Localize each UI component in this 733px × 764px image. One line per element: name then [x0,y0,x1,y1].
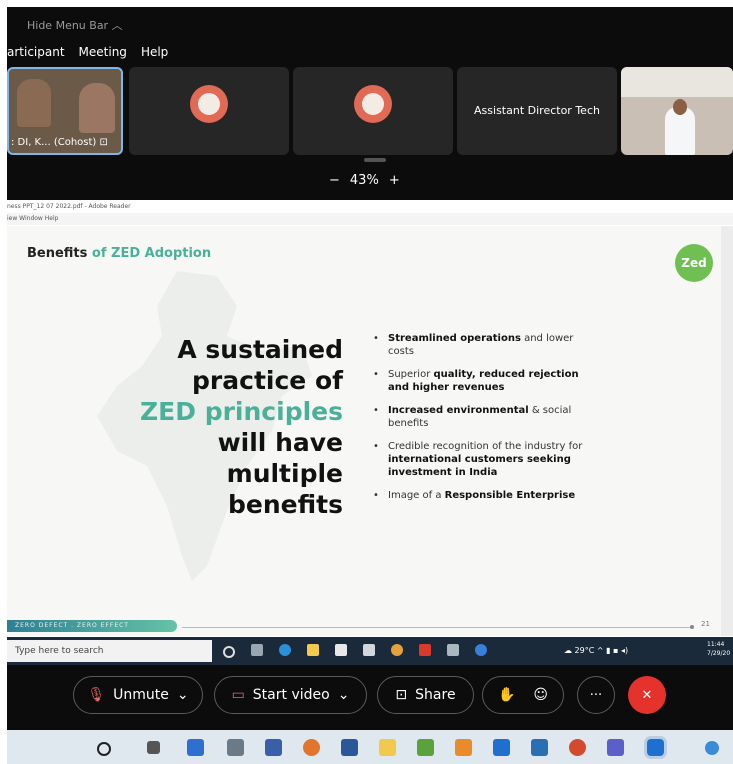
task-view-icon[interactable] [251,644,263,656]
chevron-down-icon: ⌄ [337,687,350,703]
zoom-in-button[interactable]: + [389,173,400,188]
pdf-menu-bar[interactable]: iew Window Help [7,213,733,225]
webex-icon[interactable] [475,644,487,656]
pdf-window-title: ness PPT_12 07 2022.pdf - Adobe Reader [7,201,733,213]
task-view-icon[interactable] [147,741,160,754]
slide-footer-tag: ZERO DEFECT . ZERO EFFECT [7,620,177,632]
photos-icon[interactable] [531,739,548,756]
zed-logo: Zed [675,244,713,282]
chevron-up-icon: ︿ [111,19,123,32]
zoom-controls: − 43% + [329,173,400,188]
system-tray: ☁ 29°C ^ ▮ ▪ ◂) [564,646,628,655]
benefits-list: Streamlined operations and lower costs S… [371,332,601,512]
slide-page-number: 21 [701,620,710,628]
share-screen-icon: ⊡ [395,687,408,703]
screen-share-icon: ⊡ [99,137,108,148]
participant-figure [17,79,51,127]
emblem-avatar-icon [190,85,228,123]
menu-participant[interactable]: articipant [7,45,65,59]
file-explorer-icon[interactable] [379,739,396,756]
file-explorer-icon[interactable] [307,644,319,656]
store-icon[interactable] [265,739,282,756]
teams-icon[interactable] [607,739,624,756]
list-item: Streamlined operations and lower costs [371,332,601,358]
emblem-avatar-icon [354,85,392,123]
windows-taskbar [7,730,733,764]
outlook-icon[interactable] [187,739,204,756]
shared-screen-taskbar: Type here to search ☁ 29°C ^ ▮ ▪ ◂) 11:4… [7,637,733,665]
taskbar-clock[interactable]: 11:44 7/29/20 [707,640,730,658]
raise-hand-icon[interactable]: ✋ [498,687,515,703]
webex-icon[interactable] [647,739,664,756]
leave-meeting-button[interactable]: ✕ [628,676,666,714]
tray-icons[interactable]: ^ ▮ ▪ ◂) [597,646,628,655]
chrome-icon[interactable] [569,739,586,756]
video-tile-emblem[interactable] [129,67,289,155]
room-ceiling [621,67,733,97]
weather-icon: ☁ [564,646,575,655]
store-icon[interactable] [335,644,347,656]
word-icon[interactable] [341,739,358,756]
chrome-icon[interactable] [303,739,320,756]
video-tile-assistant-director[interactable]: Assistant Director Tech [457,67,617,155]
list-item: Credible recognition of the industry for… [371,440,601,479]
list-item: Superior quality, reduced rejection and … [371,368,601,394]
weather-temperature: 29°C [574,646,595,655]
list-item: Increased environmental & social benefit… [371,404,601,430]
tile-name-label: : DI, K... (Cohost) ⊡ [11,137,108,148]
video-tile-cohost[interactable]: : DI, K... (Cohost) ⊡ [7,67,123,155]
participant-figure [79,83,115,133]
chevron-down-icon: ⌄ [176,687,189,703]
zoom-out-button[interactable]: − [329,173,340,188]
network-app-icon[interactable] [227,739,244,756]
menu-help[interactable]: Help [141,45,168,59]
network-icon[interactable] [705,741,719,755]
zoom-level: 43% [349,173,379,188]
menu-meeting[interactable]: Meeting [79,45,127,59]
cortana-icon[interactable] [97,742,111,756]
video-off-icon: ▭ [231,687,245,703]
resize-handle[interactable] [364,158,386,162]
taskbar-search-input[interactable]: Type here to search [7,640,212,662]
footer-divider [182,627,692,628]
pdf-scrollbar[interactable] [721,226,733,636]
slide-headline: A sustained practice of ZED principles w… [140,335,343,519]
unmute-button[interactable]: 🎙 Unmute ⌄ [73,676,203,714]
chrome-icon[interactable] [391,644,403,656]
participant-head [673,99,687,115]
mail-icon[interactable] [493,739,510,756]
video-tile-camera[interactable] [621,67,733,155]
meeting-menubar: articipant Meeting Help [7,45,168,59]
acrobat-icon[interactable] [419,644,431,656]
reactions-group: ✋ ☺ [482,676,564,714]
share-button[interactable]: ⊡ Share [377,676,474,714]
notepad-icon[interactable] [417,739,434,756]
mic-muted-icon: 🎙 [87,687,106,703]
meeting-controls-bar: 🎙 Unmute ⌄ ▭ Start video ⌄ ⊡ Share ✋ ☺ ·… [7,665,733,730]
slide-title: Benefits of ZED Adoption [27,246,212,261]
hide-menu-bar-button[interactable]: Hide Menu Bar ︿ [27,17,123,33]
app-icon[interactable] [447,644,459,656]
video-tile-emblem[interactable] [293,67,453,155]
hide-menu-bar-label: Hide Menu Bar [27,19,109,32]
more-options-button[interactable]: ··· [577,676,615,714]
cortana-icon[interactable] [223,646,235,658]
sublime-icon[interactable] [455,739,472,756]
footer-dot [690,625,694,629]
mail-icon[interactable] [363,644,375,656]
start-video-button[interactable]: ▭ Start video ⌄ [214,676,367,714]
presentation-slide: Benefits of ZED Adoption Zed A sustained… [7,226,721,636]
list-item: Image of a Responsible Enterprise [371,489,601,502]
tile-name-label: Assistant Director Tech [474,104,600,117]
meeting-top-panel: Hide Menu Bar ︿ articipant Meeting Help … [7,7,733,200]
edge-icon[interactable] [279,644,291,656]
emoji-reaction-icon[interactable]: ☺ [533,687,548,703]
